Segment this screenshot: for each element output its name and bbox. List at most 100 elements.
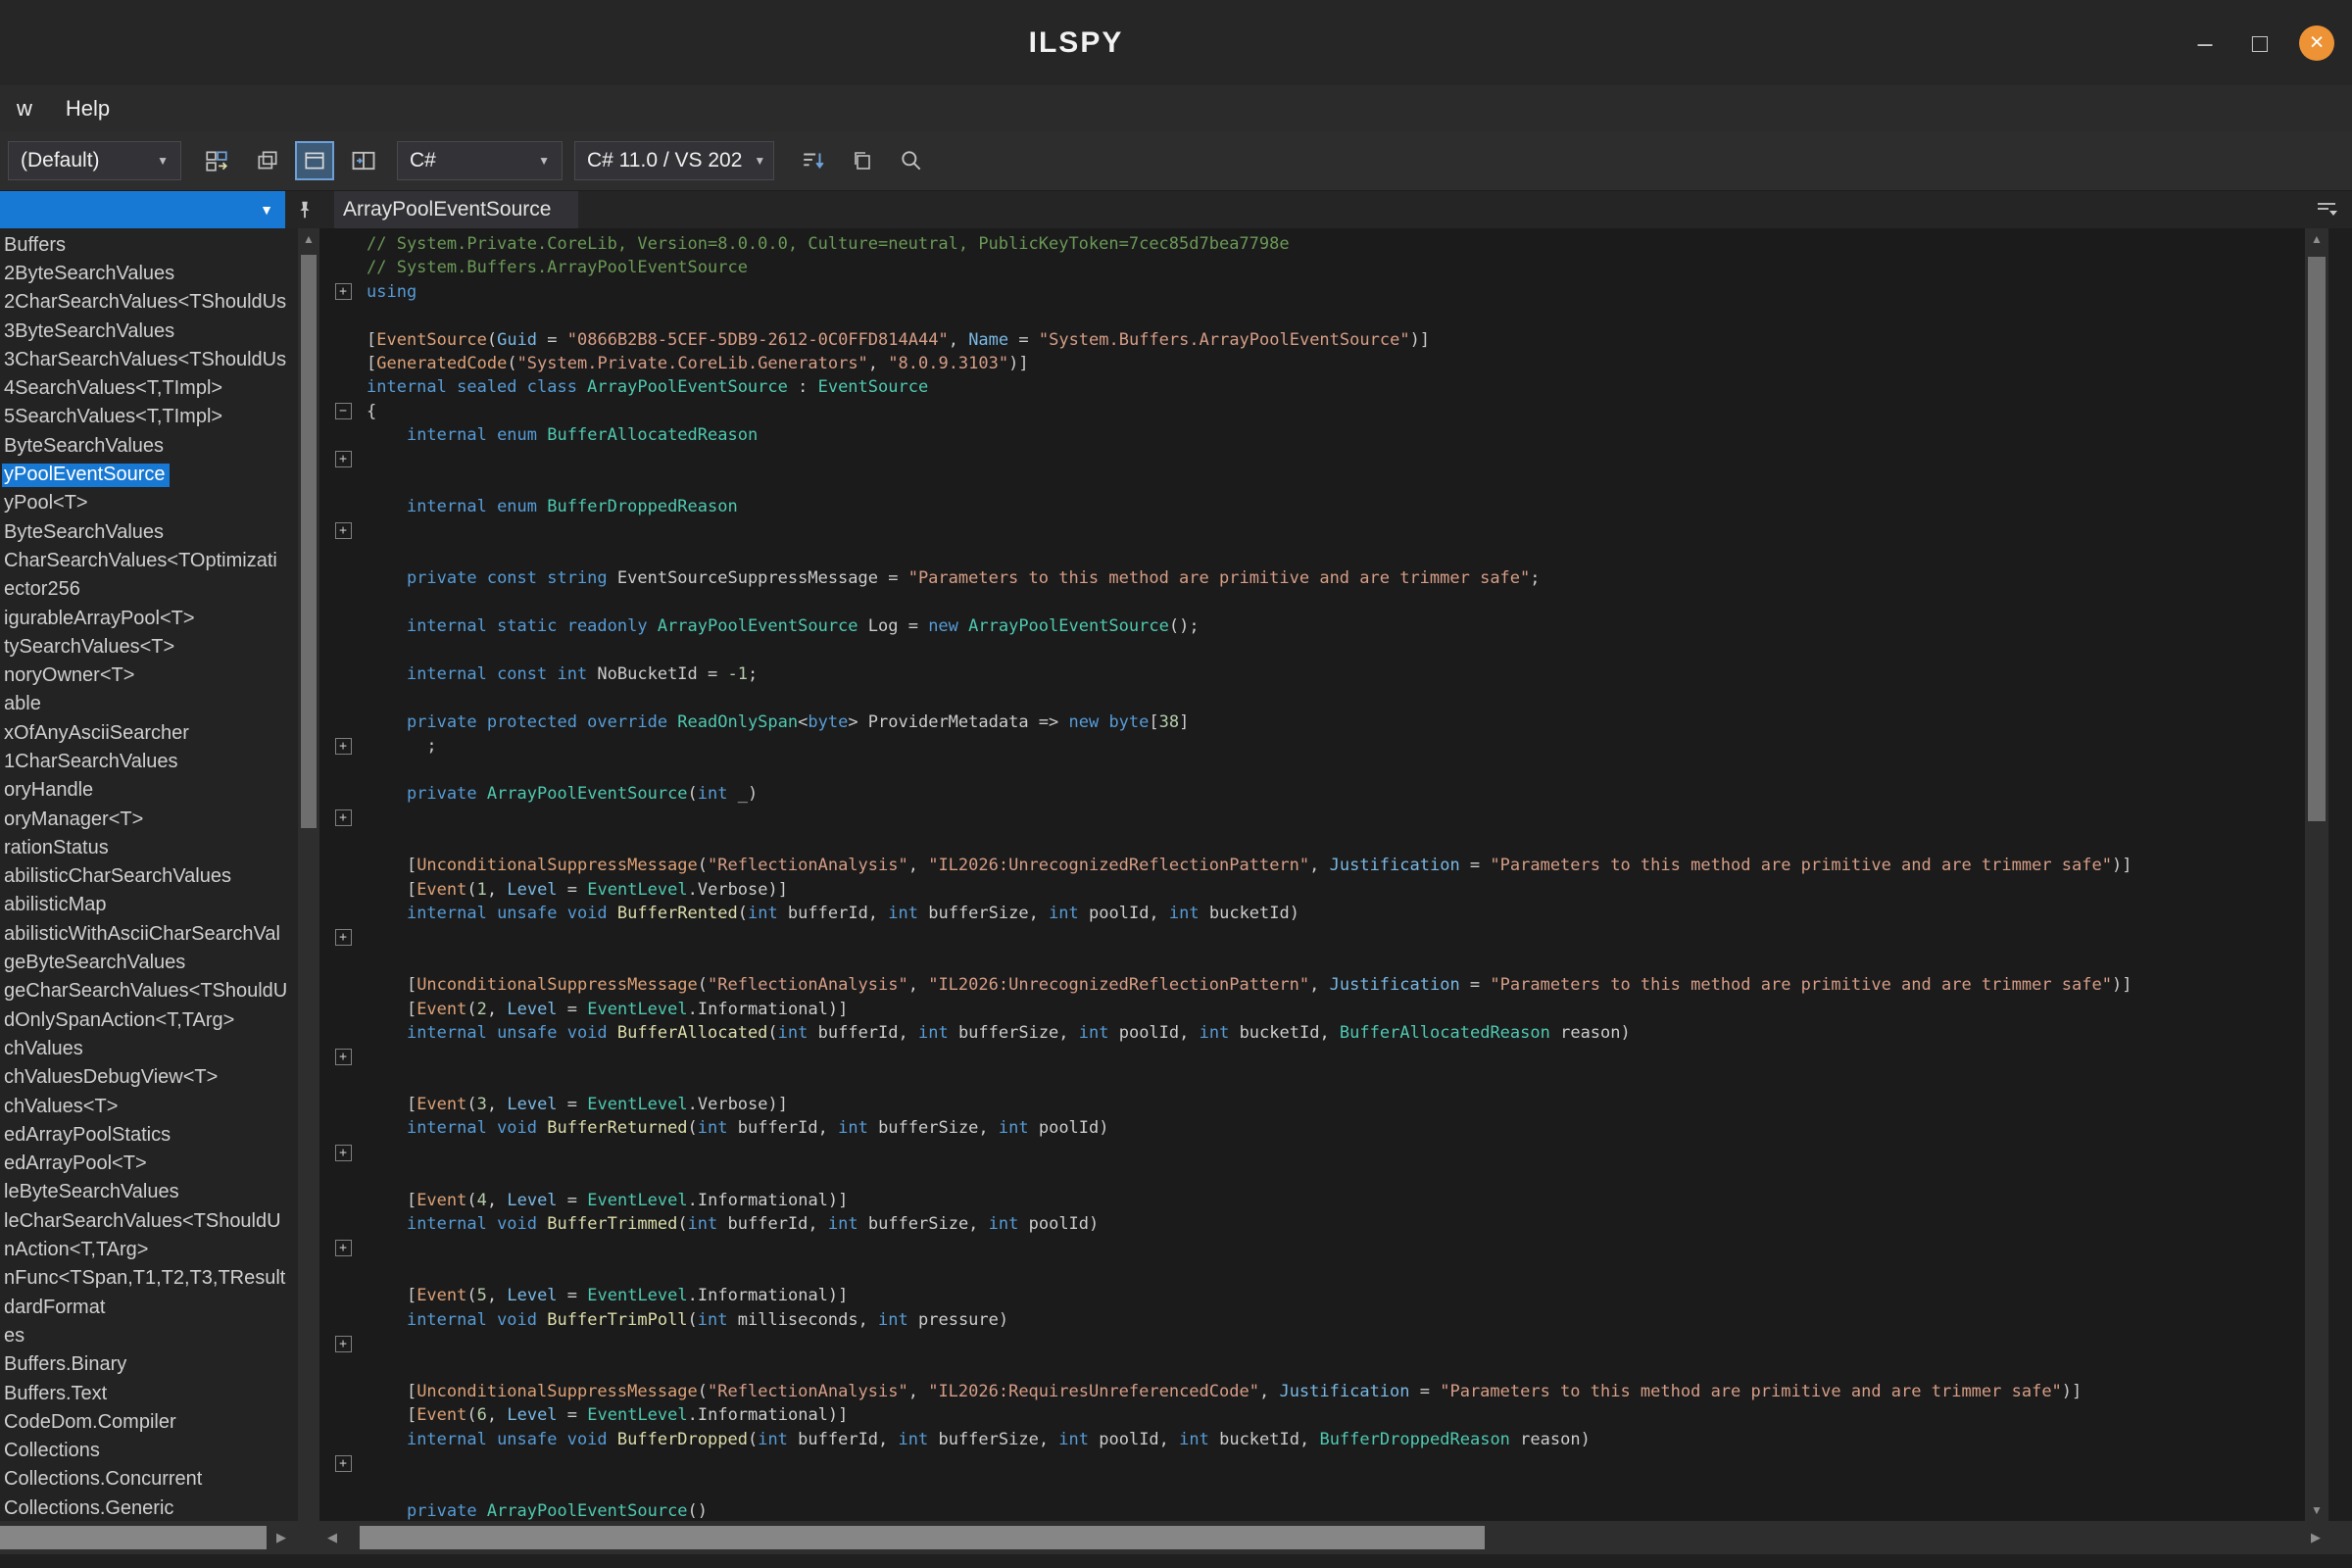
tree-item[interactable]: Buffers [0,231,298,260]
fold-gutter[interactable]: + [319,1451,367,1475]
search-icon[interactable] [894,143,929,178]
scroll-right-arrow-icon[interactable]: ▶ [269,1521,294,1554]
window-duplicate-icon[interactable] [250,143,285,178]
tree-item[interactable]: Collections.Generic [0,1494,298,1521]
tree-item[interactable]: chValues [0,1035,298,1063]
tree-item[interactable]: 5SearchValues<T,TImpl> [0,404,298,432]
tree-item[interactable]: tySearchValues<T> [0,633,298,662]
tree-item[interactable]: 3CharSearchValues<TShouldUs [0,346,298,374]
tree-item[interactable]: Collections.Concurrent [0,1466,298,1494]
tree-item[interactable]: chValuesDebugView<T> [0,1064,298,1093]
fold-gutter[interactable]: + [319,1236,367,1259]
expand-icon[interactable]: + [335,929,352,946]
tree-item[interactable]: rationStatus [0,834,298,862]
sidebar-horizontal-scrollbar[interactable]: ▶ [0,1521,319,1554]
tree-item[interactable]: xOfAnyAsciiSearcher [0,719,298,748]
expand-icon[interactable]: + [335,283,352,300]
expand-icon[interactable]: + [335,1455,352,1472]
collapse-icon[interactable]: − [335,403,352,419]
expand-icon[interactable]: + [335,451,352,467]
minimize-button[interactable]: – [2189,27,2221,59]
tree-item[interactable]: nAction<T,TArg> [0,1236,298,1264]
tree-item[interactable]: chValues<T> [0,1093,298,1121]
tree-item[interactable]: abilisticMap [0,892,298,920]
tree-item[interactable]: geCharSearchValues<TShouldU [0,978,298,1006]
expand-icon[interactable]: + [335,1240,352,1256]
fold-gutter[interactable]: + [319,1332,367,1355]
open-assembly-icon[interactable] [199,143,234,178]
expand-icon[interactable]: + [335,738,352,755]
sort-assemblies-icon[interactable] [796,143,831,178]
fold-gutter[interactable]: + [319,448,367,471]
code-horizontal-scrollbar[interactable]: ◀ ▶ [319,1521,2352,1554]
tree-item[interactable]: ByteSearchValues [0,518,298,547]
tree-item[interactable]: leByteSearchValues [0,1179,298,1207]
tree-item[interactable]: abilisticWithAsciiCharSearchVal [0,920,298,949]
maximize-button[interactable]: □ [2244,27,2276,59]
scrollbar-thumb[interactable] [360,1526,1485,1549]
tree-item[interactable]: 2CharSearchValues<TShouldUs [0,289,298,318]
tree-item[interactable]: ector256 [0,576,298,605]
tree-item[interactable]: oryManager<T> [0,806,298,834]
code-pane[interactable]: // System.Private.CoreLib, Version=8.0.0… [319,228,2305,1521]
fold-gutter[interactable]: + [319,1141,367,1164]
tree-item[interactable]: 2ByteSearchValues [0,260,298,288]
tree-item[interactable]: dOnlySpanAction<T,TArg> [0,1006,298,1035]
language-version-dropdown[interactable]: C# 11.0 / VS 202 ▼ [574,141,774,180]
fold-gutter[interactable]: + [319,519,367,543]
tree-item[interactable]: noryOwner<T> [0,662,298,690]
tab-list-dropdown-icon[interactable] [2313,197,2340,222]
scroll-right-arrow-icon[interactable]: ▶ [2303,1521,2328,1554]
scrollbar-thumb[interactable] [2308,257,2326,821]
fold-gutter[interactable]: + [319,925,367,949]
decompile-toggle-icon[interactable] [297,143,332,178]
copy-icon[interactable] [845,143,880,178]
tree-item[interactable]: Buffers.Binary [0,1351,298,1380]
tab-arraypooleventsource[interactable]: ArrayPoolEventSource [334,191,578,228]
tree-item[interactable]: abilisticCharSearchValues [0,863,298,892]
tree-item[interactable]: CharSearchValues<TOptimizati [0,547,298,575]
tree-item[interactable]: CodeDom.Compiler [0,1408,298,1437]
expand-icon[interactable]: + [335,809,352,826]
tree-item[interactable]: yPoolEventSource [0,461,298,489]
pin-icon[interactable] [290,195,319,224]
fold-gutter[interactable]: + [319,734,367,758]
tree-item[interactable]: Buffers.Text [0,1380,298,1408]
tree-item[interactable]: 4SearchValues<T,TImpl> [0,374,298,403]
sidebar-vertical-scrollbar[interactable]: ▲ [298,228,319,1521]
language-dropdown[interactable]: C# ▼ [397,141,563,180]
tree-item[interactable]: leCharSearchValues<TShouldU [0,1207,298,1236]
menu-item-help[interactable]: Help [49,85,126,131]
scroll-left-arrow-icon[interactable]: ◀ [319,1521,345,1554]
close-button[interactable]: × [2299,25,2334,61]
tree-item[interactable]: 1CharSearchValues [0,748,298,776]
scroll-up-arrow-icon[interactable]: ▲ [298,228,319,250]
tree-item[interactable]: yPool<T> [0,490,298,518]
scrollbar-thumb[interactable] [0,1526,267,1549]
tree-item[interactable]: oryHandle [0,777,298,806]
tree-item[interactable]: geByteSearchValues [0,949,298,977]
scroll-down-arrow-icon[interactable]: ▼ [2305,1499,2328,1521]
scroll-up-arrow-icon[interactable]: ▲ [2305,228,2328,250]
tree-item[interactable]: able [0,691,298,719]
expand-icon[interactable]: + [335,1336,352,1352]
expand-icon[interactable]: + [335,522,352,539]
tree-item[interactable]: igurableArrayPool<T> [0,605,298,633]
assemblies-panel-header[interactable]: ▼ [0,191,285,228]
tree-item[interactable]: Collections [0,1437,298,1465]
tree-item[interactable]: es [0,1322,298,1350]
menu-item-window[interactable]: w [0,85,49,131]
code-vertical-scrollbar[interactable]: ▲ ▼ [2305,228,2328,1521]
fold-gutter[interactable]: + [319,806,367,829]
assembly-list-dropdown[interactable]: (Default) ▼ [8,141,181,180]
panel-layout-icon[interactable] [346,143,381,178]
scrollbar-thumb[interactable] [301,255,317,828]
tree-item[interactable]: edArrayPool<T> [0,1151,298,1179]
fold-gutter[interactable]: + [319,1045,367,1068]
tree-item[interactable]: edArrayPoolStatics [0,1121,298,1150]
fold-gutter[interactable]: − [319,400,367,423]
tree-item[interactable]: 3ByteSearchValues [0,318,298,346]
tree-item[interactable]: ByteSearchValues [0,432,298,461]
fold-gutter[interactable]: + [319,280,367,304]
expand-icon[interactable]: + [335,1049,352,1065]
